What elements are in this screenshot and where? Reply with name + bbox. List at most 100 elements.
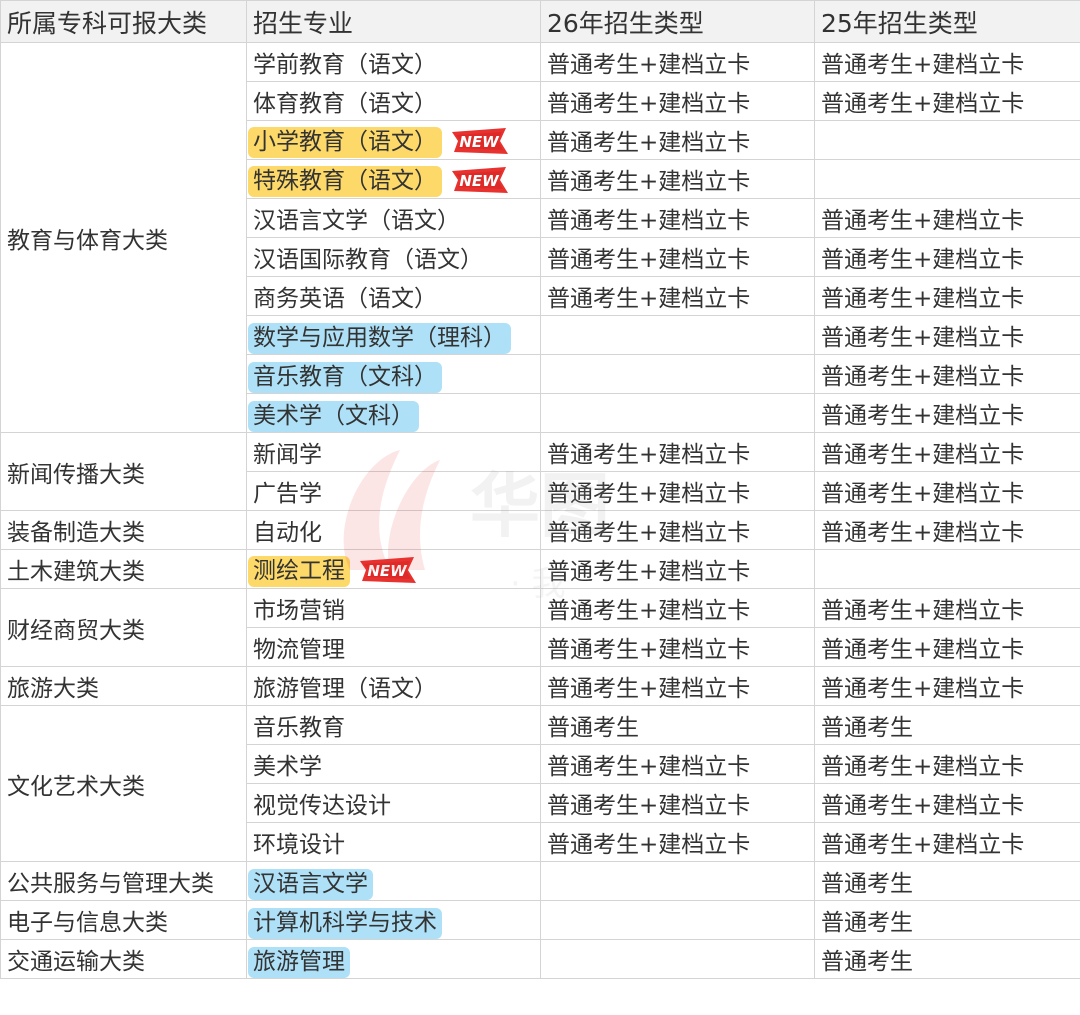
major-name: 体育教育（语文） xyxy=(253,91,437,117)
type-2025-cell: 普通考生 xyxy=(814,939,1080,979)
type-2026-cell: 普通考生+建档立卡 xyxy=(540,81,815,121)
major-name: 音乐教育（文科） xyxy=(248,362,442,393)
major-cell: 美术学 xyxy=(246,744,541,784)
major-name: 特殊教育（语文） xyxy=(248,166,442,198)
major-name: 数学与应用数学（理科） xyxy=(248,323,511,354)
major-name: 自动化 xyxy=(253,520,322,546)
major-cell: 小学教育（语文） NEW xyxy=(246,120,541,160)
major-cell: 视觉传达设计 xyxy=(246,783,541,823)
type-2026-cell: 普通考生+建档立卡 xyxy=(540,744,815,784)
major-cell: 环境设计 xyxy=(246,822,541,862)
header-type-2025: 25年招生类型 xyxy=(814,0,1080,43)
type-2025-cell: 普通考生+建档立卡 xyxy=(814,432,1080,472)
major-cell: 汉语国际教育（语文） xyxy=(246,237,541,277)
type-2025-cell: 普通考生+建档立卡 xyxy=(814,393,1080,433)
type-2025-cell: 普通考生+建档立卡 xyxy=(814,315,1080,355)
type-2025-cell: 普通考生+建档立卡 xyxy=(814,666,1080,706)
type-2025-cell: 普通考生+建档立卡 xyxy=(814,510,1080,550)
type-2026-cell: 普通考生+建档立卡 xyxy=(540,237,815,277)
header-major: 招生专业 xyxy=(246,0,541,43)
category-cell: 旅游大类 xyxy=(0,666,247,706)
major-name: 旅游管理 xyxy=(248,947,350,978)
category-cell: 土木建筑大类 xyxy=(0,549,247,589)
table-row: 新闻传播大类 新闻学 普通考生+建档立卡 普通考生+建档立卡 xyxy=(0,432,1080,511)
new-badge-text: NEW xyxy=(367,562,408,580)
table-row: 土木建筑大类 测绘工程 NEW 普通考生+建档立卡 xyxy=(0,549,1080,589)
type-2026-cell: 普通考生+建档立卡 xyxy=(540,666,815,706)
type-2025-cell: 普通考生+建档立卡 xyxy=(814,822,1080,862)
new-badge-icon: NEW xyxy=(356,555,418,585)
type-2025-cell: 普通考生+建档立卡 xyxy=(814,783,1080,823)
type-2025-cell: 普通考生+建档立卡 xyxy=(814,198,1080,238)
header-row: 所属专科可报大类 招生专业 26年招生类型 25年招生类型 xyxy=(0,0,1080,43)
table-row: 公共服务与管理大类 汉语言文学 普通考生 xyxy=(0,861,1080,901)
table-row: 旅游大类 旅游管理（语文） 普通考生+建档立卡 普通考生+建档立卡 xyxy=(0,666,1080,706)
major-name: 市场营销 xyxy=(253,598,345,624)
type-2026-cell: 普通考生+建档立卡 xyxy=(540,42,815,82)
major-cell: 计算机科学与技术 xyxy=(246,900,541,940)
type-2026-cell xyxy=(540,900,815,940)
type-2025-cell: 普通考生+建档立卡 xyxy=(814,627,1080,667)
major-name: 商务英语（语文） xyxy=(253,286,437,312)
major-cell: 测绘工程 NEW xyxy=(246,549,541,589)
category-cell: 交通运输大类 xyxy=(0,939,247,979)
major-cell: 体育教育（语文） xyxy=(246,81,541,121)
type-2025-cell: 普通考生 xyxy=(814,705,1080,745)
category-cell: 文化艺术大类 xyxy=(0,705,247,862)
major-cell: 汉语言文学（语文） xyxy=(246,198,541,238)
type-2026-cell: 普通考生+建档立卡 xyxy=(540,120,815,160)
type-2025-cell: 普通考生+建档立卡 xyxy=(814,42,1080,82)
major-name: 美术学 xyxy=(253,754,322,780)
type-2025-cell: 普通考生+建档立卡 xyxy=(814,744,1080,784)
new-badge-text: NEW xyxy=(459,172,500,190)
type-2025-cell xyxy=(814,549,1080,589)
type-2025-cell: 普通考生+建档立卡 xyxy=(814,588,1080,628)
major-name: 旅游管理（语文） xyxy=(253,676,437,702)
major-name: 小学教育（语文） xyxy=(248,127,442,159)
type-2025-cell: 普通考生+建档立卡 xyxy=(814,237,1080,277)
type-2026-cell: 普通考生+建档立卡 xyxy=(540,432,815,472)
category-cell: 公共服务与管理大类 xyxy=(0,861,247,901)
type-2026-cell: 普通考生+建档立卡 xyxy=(540,510,815,550)
type-2025-cell: 普通考生+建档立卡 xyxy=(814,354,1080,394)
new-badge-text: NEW xyxy=(459,133,500,151)
category-cell: 教育与体育大类 xyxy=(0,42,247,433)
major-cell: 广告学 xyxy=(246,471,541,511)
major-cell: 音乐教育 xyxy=(246,705,541,745)
table-header: 所属专科可报大类 招生专业 26年招生类型 25年招生类型 xyxy=(0,0,1080,43)
type-2026-cell: 普通考生+建档立卡 xyxy=(540,627,815,667)
major-name: 音乐教育 xyxy=(253,715,345,741)
type-2026-cell xyxy=(540,861,815,901)
type-2026-cell: 普通考生+建档立卡 xyxy=(540,276,815,316)
major-cell: 美术学（文科） xyxy=(246,393,541,433)
page: 所属专科可报大类 招生专业 26年招生类型 25年招生类型 教育与体育大类 学前教… xyxy=(0,0,1080,1015)
new-badge-icon: NEW xyxy=(448,126,510,156)
major-name: 新闻学 xyxy=(253,442,322,468)
table-body: 教育与体育大类 学前教育（语文） 普通考生+建档立卡 普通考生+建档立卡 体育教育（语文… xyxy=(0,42,1080,979)
major-cell: 特殊教育（语文） NEW xyxy=(246,159,541,199)
type-2025-cell xyxy=(814,120,1080,160)
table-row: 文化艺术大类 音乐教育 普通考生 普通考生 xyxy=(0,705,1080,862)
category-cell: 装备制造大类 xyxy=(0,510,247,550)
category-cell: 财经商贸大类 xyxy=(0,588,247,667)
major-cell: 数学与应用数学（理科） xyxy=(246,315,541,355)
type-2026-cell: 普通考生+建档立卡 xyxy=(540,822,815,862)
major-name: 广告学 xyxy=(253,481,322,507)
type-2026-cell: 普通考生+建档立卡 xyxy=(540,549,815,589)
header-category: 所属专科可报大类 xyxy=(0,0,247,43)
major-name: 计算机科学与技术 xyxy=(248,908,442,939)
major-cell: 旅游管理 xyxy=(246,939,541,979)
major-cell: 自动化 xyxy=(246,510,541,550)
table-row: 交通运输大类 旅游管理 普通考生 xyxy=(0,939,1080,979)
major-name: 视觉传达设计 xyxy=(253,793,391,819)
type-2026-cell xyxy=(540,315,815,355)
type-2025-cell: 普通考生+建档立卡 xyxy=(814,276,1080,316)
type-2026-cell xyxy=(540,393,815,433)
type-2025-cell: 普通考生 xyxy=(814,861,1080,901)
major-name: 测绘工程 xyxy=(248,556,350,588)
type-2025-cell: 普通考生+建档立卡 xyxy=(814,471,1080,511)
major-cell: 新闻学 xyxy=(246,432,541,472)
major-name: 汉语国际教育（语文） xyxy=(253,247,483,273)
major-cell: 旅游管理（语文） xyxy=(246,666,541,706)
major-cell: 商务英语（语文） xyxy=(246,276,541,316)
